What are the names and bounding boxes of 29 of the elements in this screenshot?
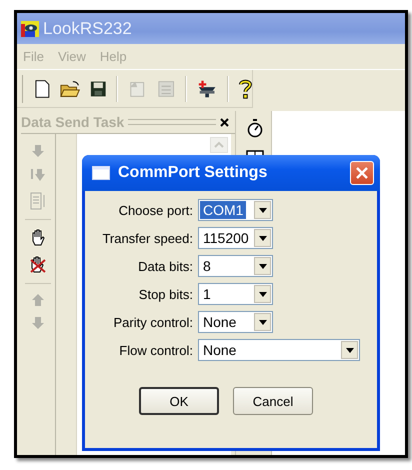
new-file-icon[interactable]: [34, 78, 50, 98]
cancel-button[interactable]: Cancel: [233, 387, 313, 415]
dropdown[interactable]: None: [198, 339, 360, 361]
stopwatch-icon[interactable]: [247, 119, 263, 138]
dropdown[interactable]: COM1: [198, 199, 273, 221]
field-label: Transfer speed:: [101, 230, 193, 246]
window-title: LookRS232: [43, 18, 132, 38]
close-icon[interactable]: [220, 118, 229, 126]
hand-crossed-icon[interactable]: [29, 256, 47, 274]
add-port-icon[interactable]: [196, 78, 218, 98]
dropdown[interactable]: 1: [198, 283, 273, 305]
field-label: Choose port:: [118, 202, 193, 218]
hand-icon[interactable]: [30, 229, 46, 247]
save-icon[interactable]: [90, 80, 106, 98]
close-button[interactable]: [350, 161, 374, 185]
dropdown[interactable]: 115200: [198, 227, 273, 249]
field-label: Stop bits:: [138, 286, 193, 302]
field-label: Flow control:: [118, 342, 193, 358]
dropdown[interactable]: None: [198, 311, 273, 333]
dropdown[interactable]: 8: [198, 255, 273, 277]
help-icon[interactable]: [239, 78, 252, 100]
field-label: Data bits:: [137, 258, 193, 274]
field-label: Parity control:: [112, 314, 193, 330]
app-icon: [21, 20, 39, 36]
window-icon: [92, 166, 110, 180]
dialog-title: CommPort Settings: [118, 164, 268, 182]
open-folder-icon[interactable]: [60, 80, 80, 98]
ok-button[interactable]: OK: [139, 387, 219, 415]
panel-title: Data Send Task: [21, 114, 124, 130]
